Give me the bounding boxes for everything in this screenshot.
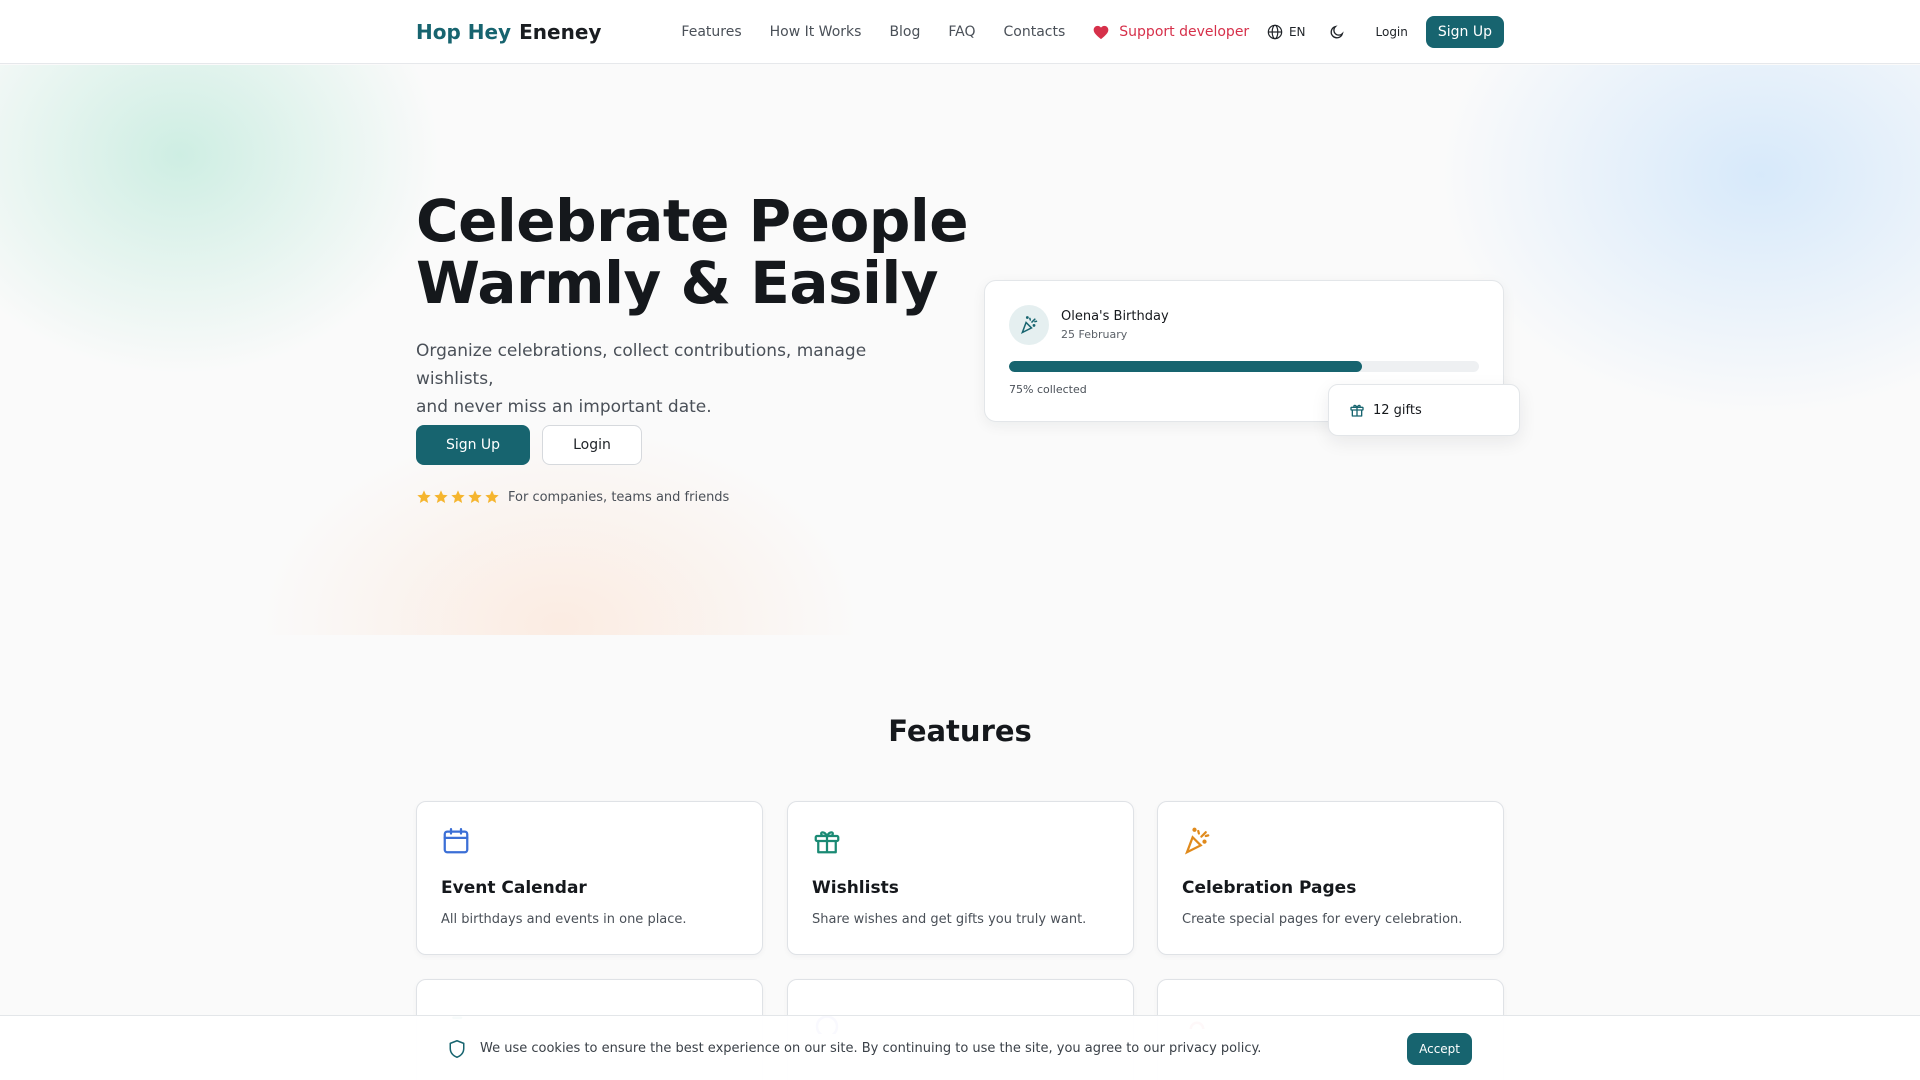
top-navbar: Hop Hey Eneney Features How It Works Blo… (0, 0, 1920, 64)
gift-icon (1350, 404, 1364, 417)
gifts-badge-card: 12 gifts (1328, 384, 1520, 436)
gifts-label: 12 gifts (1373, 402, 1422, 418)
event-name: Olena's Birthday (1061, 309, 1169, 324)
theme-toggle[interactable] (1324, 19, 1350, 45)
support-developer-label: Support developer (1119, 24, 1250, 40)
brand-logo[interactable]: Hop Hey Eneney (416, 20, 601, 44)
feature-description: Create special pages for every celebrati… (1182, 912, 1463, 927)
hero-signup-button[interactable]: Sign Up (416, 425, 530, 465)
brand-name-part2: Eneney (519, 20, 602, 44)
star-icon (485, 490, 499, 503)
progress-label: 75% collected (1009, 383, 1087, 396)
feature-card-celebration-pages: Celebration Pages Create special pages f… (1157, 801, 1504, 955)
hero-title: Celebrate People Warmly & Easily (416, 190, 976, 314)
heart-icon (1093, 25, 1109, 39)
navbar-inner: Hop Hey Eneney Features How It Works Blo… (416, 0, 1504, 64)
feature-title: Wishlists (812, 878, 899, 898)
support-developer-link[interactable]: Support developer (1093, 24, 1249, 40)
calendar-icon (443, 828, 469, 854)
moon-icon (1330, 25, 1344, 39)
cookie-banner: We use cookies to ensure the best experi… (0, 1015, 1920, 1080)
hero-title-line2: Warmly & Easily (416, 249, 939, 317)
gift-icon (814, 831, 840, 854)
star-rating (416, 489, 500, 505)
party-popper-icon (1184, 827, 1210, 855)
nav-link-contacts[interactable]: Contacts (1004, 24, 1066, 40)
feature-card-wishlists: Wishlists Share wishes and get gifts you… (787, 801, 1134, 955)
feature-description: Share wishes and get gifts you truly wan… (812, 912, 1087, 927)
progress-bar (1009, 361, 1479, 372)
hero-title-line1: Celebrate People (416, 187, 969, 255)
nav-signup-button[interactable]: Sign Up (1425, 16, 1504, 48)
feature-description: All birthdays and events in one place. (441, 912, 687, 927)
progress-fill (1009, 361, 1362, 372)
nav-link-blog[interactable]: Blog (889, 24, 920, 40)
feature-title: Event Calendar (441, 878, 587, 898)
shield-icon (449, 1039, 465, 1058)
hero-subtitle-line1: Organize celebrations, collect contribut… (416, 341, 867, 389)
language-label: EN (1288, 25, 1306, 39)
hero-login-button[interactable]: Login (542, 425, 642, 465)
globe-icon (1267, 24, 1283, 40)
event-avatar (1009, 305, 1049, 345)
hero-background (0, 65, 1920, 635)
nav-link-faq[interactable]: FAQ (948, 24, 975, 40)
star-icon (417, 490, 431, 503)
language-switcher[interactable]: EN (1267, 24, 1306, 40)
star-icon (451, 490, 465, 503)
event-date: 25 February (1061, 328, 1128, 341)
event-info: Olena's Birthday 25 February (1061, 309, 1169, 341)
hero-buttons: Sign Up Login (416, 425, 642, 465)
brand-name-part1: Hop Hey (416, 20, 512, 44)
feature-card-event-calendar: Event Calendar All birthdays and events … (416, 801, 763, 955)
cookie-banner-inner: We use cookies to ensure the best experi… (448, 1016, 1472, 1080)
party-popper-icon (1020, 316, 1038, 335)
hero-subtitle: Organize celebrations, collect contribut… (416, 337, 936, 421)
cookie-accept-button[interactable]: Accept (1407, 1032, 1472, 1065)
star-icon (434, 490, 448, 503)
nav-right: EN Login Sign Up (1267, 16, 1504, 48)
nav-link-how-it-works[interactable]: How It Works (770, 24, 862, 40)
event-header: Olena's Birthday 25 February (1009, 305, 1169, 345)
feature-title: Celebration Pages (1182, 878, 1357, 898)
features-title: Features (888, 714, 1032, 748)
rating: For companies, teams and friends (416, 489, 729, 505)
star-icon (468, 490, 482, 503)
nav-links: Features How It Works Blog FAQ Contacts … (681, 24, 1249, 40)
nav-login-button[interactable]: Login (1376, 25, 1408, 39)
cookie-text: We use cookies to ensure the best experi… (480, 1041, 1262, 1056)
nav-link-features[interactable]: Features (681, 24, 741, 40)
hero-subtitle-line2: and never miss an important date. (416, 397, 712, 417)
rating-text: For companies, teams and friends (508, 489, 730, 505)
